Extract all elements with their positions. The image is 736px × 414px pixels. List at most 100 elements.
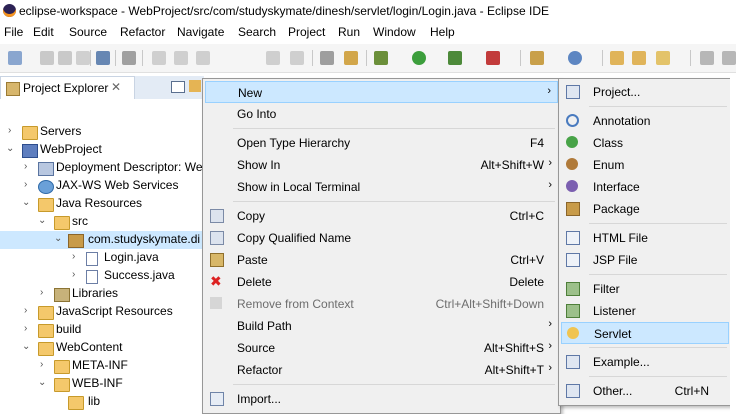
menu-separator: [589, 223, 727, 224]
submenu-item-enum[interactable]: Enum: [561, 154, 729, 176]
chevron-down-icon[interactable]: ⌄: [38, 215, 48, 226]
menu-navigate[interactable]: Navigate: [177, 25, 224, 39]
submenu-item-package[interactable]: Package: [561, 198, 729, 220]
menu-item-go-into[interactable]: Go Into: [205, 103, 558, 125]
tree-item-src[interactable]: ⌄ src: [0, 213, 204, 231]
suspend-icon[interactable]: [174, 51, 188, 65]
tree-item-success-java[interactable]: › Success.java: [0, 267, 204, 285]
open-type-icon[interactable]: [610, 51, 624, 65]
menu-item-delete[interactable]: ✖ Delete Delete: [205, 271, 558, 293]
chevron-down-icon[interactable]: ⌄: [54, 233, 64, 244]
external-tools-icon[interactable]: [486, 51, 500, 65]
chevron-down-icon[interactable]: ⌄: [38, 377, 48, 388]
run-server-icon[interactable]: [448, 51, 462, 65]
tree-item-webcontent[interactable]: ⌄ WebContent: [0, 339, 204, 357]
menu-help[interactable]: Help: [430, 25, 455, 39]
submenu-item-other[interactable]: Other... Ctrl+N: [561, 380, 729, 402]
menu-item-build-path[interactable]: Build Path ›: [205, 315, 558, 337]
tree-item-web-inf[interactable]: ⌄ WEB-INF: [0, 375, 204, 393]
chevron-right-icon[interactable]: ›: [8, 125, 18, 136]
menu-search[interactable]: Search: [238, 25, 276, 39]
tree-item-build[interactable]: › build: [0, 321, 204, 339]
enum-icon: [566, 158, 578, 170]
menu-item-show-in[interactable]: Show In Alt+Shift+W ›: [205, 154, 558, 176]
menu-item-open-type-hierarchy[interactable]: Open Type Hierarchy F4: [205, 132, 558, 154]
menu-item-show-in-local-terminal[interactable]: Show in Local Terminal ›: [205, 176, 558, 198]
chevron-right-icon[interactable]: ›: [24, 305, 34, 316]
open-task-icon[interactable]: [344, 51, 358, 65]
terminal-icon[interactable]: [96, 51, 110, 65]
menu-run[interactable]: Run: [338, 25, 360, 39]
skip-breakpoints-icon[interactable]: [122, 51, 136, 65]
tree-item-javascript-resources[interactable]: › JavaScript Resources: [0, 303, 204, 321]
chevron-right-icon[interactable]: ›: [72, 251, 82, 262]
chevron-right-icon[interactable]: ›: [40, 359, 50, 370]
chevron-right-icon[interactable]: ›: [24, 161, 34, 172]
project-explorer-tab[interactable]: Project Explorer ✕: [0, 76, 135, 99]
minimize-icon[interactable]: [171, 81, 185, 93]
menu-edit[interactable]: Edit: [33, 25, 54, 39]
menu-window[interactable]: Window: [373, 25, 416, 39]
chevron-right-icon[interactable]: ›: [24, 323, 34, 334]
menu-file[interactable]: File: [4, 25, 23, 39]
menu-project[interactable]: Project: [288, 25, 325, 39]
link-editor-icon[interactable]: [189, 80, 201, 92]
use-step-filters-icon[interactable]: [320, 51, 334, 65]
submenu-item-servlet[interactable]: Servlet: [561, 322, 729, 344]
tree-item-lib[interactable]: lib: [0, 393, 204, 411]
submenu-item-html-file[interactable]: HTML File: [561, 227, 729, 249]
menu-source[interactable]: Source: [69, 25, 107, 39]
open-resource-icon[interactable]: [632, 51, 646, 65]
tree-item-libraries[interactable]: › Libraries: [0, 285, 204, 303]
submenu-item-annotation[interactable]: Annotation: [561, 110, 729, 132]
tree-item-servers[interactable]: › Servers: [0, 123, 204, 141]
save-all-icon[interactable]: [58, 51, 72, 65]
chevron-down-icon[interactable]: ⌄: [22, 341, 32, 352]
tree-item-package[interactable]: ⌄ com.studyskymate.di: [0, 231, 202, 249]
step-icon[interactable]: [266, 51, 280, 65]
submenu-item-project[interactable]: Project...: [561, 81, 729, 103]
print-icon[interactable]: [76, 51, 90, 65]
chevron-right-icon[interactable]: ›: [72, 269, 82, 280]
run-icon[interactable]: [412, 51, 426, 65]
resume-icon[interactable]: [152, 51, 166, 65]
step-over-icon[interactable]: [290, 51, 304, 65]
package-icon: [68, 234, 84, 248]
menu-item-source[interactable]: Source Alt+Shift+S ›: [205, 337, 558, 359]
submenu-item-class[interactable]: Class: [561, 132, 729, 154]
annotation-nav-icon[interactable]: [722, 51, 736, 65]
submenu-item-interface[interactable]: Interface: [561, 176, 729, 198]
tree-item-jaxws[interactable]: › JAX-WS Web Services: [0, 177, 204, 195]
menu-item-copy-qualified-name[interactable]: Copy Qualified Name: [205, 227, 558, 249]
terminate-icon[interactable]: [196, 51, 210, 65]
java-resources-icon: [38, 198, 54, 212]
chevron-down-icon[interactable]: ⌄: [6, 143, 16, 154]
chevron-right-icon[interactable]: ›: [24, 179, 34, 190]
save-icon[interactable]: [40, 51, 54, 65]
submenu-item-filter[interactable]: Filter: [561, 278, 729, 300]
chevron-right-icon[interactable]: ›: [40, 287, 50, 298]
menu-item-paste[interactable]: Paste Ctrl+V: [205, 249, 558, 271]
pin-icon[interactable]: [700, 51, 714, 65]
submenu-item-jsp-file[interactable]: JSP File: [561, 249, 729, 271]
tree-item-webproject[interactable]: ⌄ WebProject: [0, 141, 204, 159]
tree-item-java-resources[interactable]: ⌄ Java Resources: [0, 195, 204, 213]
menu-item-label: Class: [593, 136, 624, 150]
menu-item-import[interactable]: Import...: [205, 388, 558, 410]
new-icon[interactable]: [8, 51, 22, 65]
menu-item-new[interactable]: New ›: [205, 81, 558, 103]
tree-item-login-java[interactable]: › Login.java: [0, 249, 204, 267]
new-java-project-icon[interactable]: [530, 51, 544, 65]
chevron-down-icon[interactable]: ⌄: [22, 197, 32, 208]
tree-item-deployment-descriptor[interactable]: › Deployment Descriptor: We: [0, 159, 204, 177]
close-icon[interactable]: ✕: [111, 80, 121, 94]
new-class-icon[interactable]: [568, 51, 582, 65]
submenu-item-listener[interactable]: Listener: [561, 300, 729, 322]
search-icon[interactable]: [656, 51, 670, 65]
debug-icon[interactable]: [374, 51, 388, 65]
menu-item-refactor[interactable]: Refactor Alt+Shift+T ›: [205, 359, 558, 381]
tree-item-meta-inf[interactable]: › META-INF: [0, 357, 204, 375]
menu-refactor[interactable]: Refactor: [120, 25, 165, 39]
menu-item-copy[interactable]: Copy Ctrl+C: [205, 205, 558, 227]
submenu-item-example[interactable]: Example...: [561, 351, 729, 373]
